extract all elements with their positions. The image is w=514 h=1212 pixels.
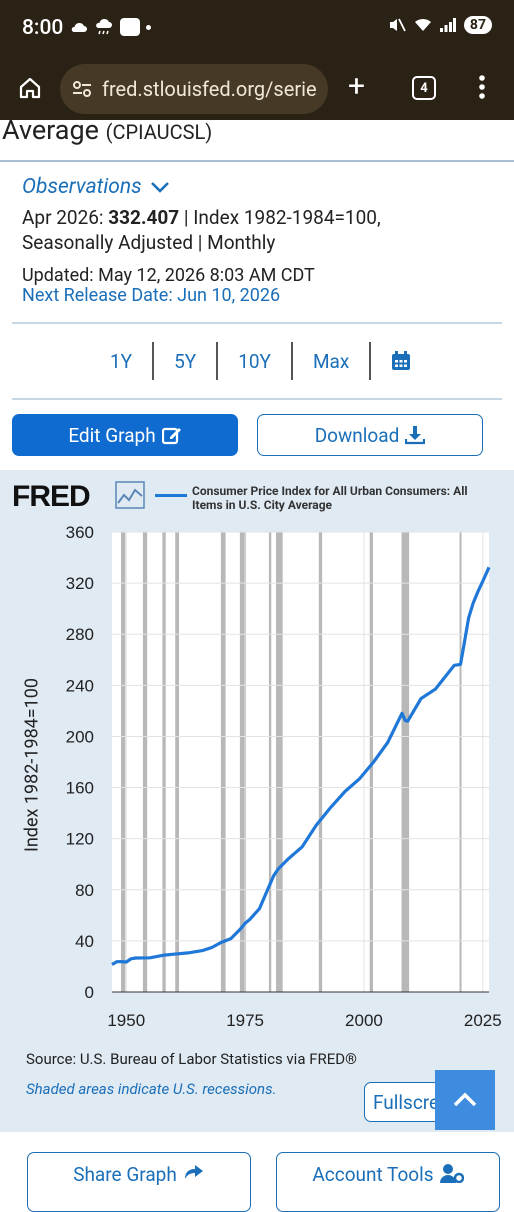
news-icon (120, 18, 140, 36)
status-bar: 8:00 87 (0, 0, 514, 58)
tab-switcher-icon[interactable]: 4 (412, 76, 436, 100)
source-note: Source: U.S. Bureau of Labor Statistics … (26, 1050, 357, 1068)
rain-cloud-icon (96, 18, 112, 35)
address-bar[interactable]: fred.stlouisfed.org/serie (60, 64, 328, 114)
calendar-icon[interactable] (391, 351, 411, 371)
recession-band (276, 532, 283, 992)
observation-date: Apr 2026: (22, 206, 104, 229)
y-tick-label: 240 (66, 676, 94, 695)
recession-band (220, 532, 226, 992)
y-tick-label: 280 (66, 625, 94, 644)
battery-indicator: 87 (463, 16, 492, 34)
updated-timestamp: Updated: May 12, 2026 8:03 AM CDT (22, 265, 315, 286)
browser-toolbar: fred.stlouisfed.org/serie + 4 (0, 58, 514, 120)
recession-note: Shaded areas indicate U.S. recessions. (26, 1080, 277, 1098)
share-icon[interactable] (183, 1163, 205, 1183)
recession-band (175, 532, 180, 992)
series-id: (CPIAUCSL) (105, 120, 213, 144)
recession-band (268, 532, 272, 992)
recession-band (318, 532, 323, 992)
recession-band (401, 532, 410, 992)
edit-icon[interactable] (161, 425, 182, 445)
range-1y-button[interactable]: 1Y (90, 342, 155, 380)
observations-label[interactable]: Observations (22, 175, 142, 199)
system-icons: 87 (388, 16, 492, 34)
x-tick-label: 2025 (464, 1011, 502, 1030)
y-tick-label: 40 (75, 932, 94, 951)
y-tick-label: 320 (66, 574, 94, 593)
account-tools-label[interactable]: Account Tools (312, 1163, 433, 1186)
share-graph-label[interactable]: Share Graph (73, 1163, 177, 1186)
calendar-button[interactable] (371, 342, 431, 380)
y-tick-label: 80 (75, 881, 94, 900)
scroll-to-top-button[interactable] (435, 1070, 495, 1130)
y-axis-title: Index 1982-1984=100 (21, 677, 43, 853)
recession-band (459, 532, 462, 992)
x-tick-label: 1950 (107, 1011, 145, 1030)
range-max-button[interactable]: Max (293, 342, 372, 380)
graph-panel: FRED Consumer Price Index for All Urban … (0, 470, 514, 1132)
x-tick-label: 1975 (226, 1011, 264, 1030)
wifi-icon (414, 18, 431, 31)
range-5y-button[interactable]: 5Y (154, 342, 219, 380)
share-graph-button[interactable]: Share Graph (27, 1152, 251, 1212)
download-icon[interactable] (405, 425, 426, 445)
recession-band (121, 532, 126, 992)
divider (12, 322, 502, 324)
recession-band (142, 532, 148, 992)
observations-section: Observations Apr 2026: 332.407 | Index 1… (22, 175, 502, 306)
y-tick-label: 160 (66, 779, 94, 798)
y-tick-label: 200 (66, 727, 94, 746)
divider (12, 398, 502, 400)
url-text[interactable]: fred.stlouisfed.org/serie (102, 77, 317, 101)
dot-icon (146, 24, 151, 30)
home-icon[interactable] (18, 76, 42, 100)
cpi-line-chart: 0 40 80 120 160 200 240 280 320 360 1950 1975 2000 20… (66, 523, 502, 1030)
observation-value: 332.407 (108, 206, 180, 229)
y-tick-label: 120 (66, 830, 94, 849)
chevron-up-icon[interactable] (452, 1092, 478, 1108)
download-label[interactable]: Download (315, 424, 400, 447)
observation-adjustment: Seasonally Adjusted | Monthly (22, 231, 276, 254)
next-release-date: Next Release Date: Jun 10, 2026 (22, 285, 281, 306)
observation-units: | Index 1982-1984=100, (183, 206, 381, 229)
y-tick-label: 0 (85, 983, 94, 1002)
account-tools-button[interactable]: Account Tools (276, 1152, 500, 1212)
observations-toggle[interactable]: Observations (22, 175, 502, 199)
bottom-actions: Share Graph Account Tools (0, 1132, 514, 1212)
range-10y-button[interactable]: 10Y (218, 342, 293, 380)
signal-icon (439, 18, 456, 32)
site-settings-icon[interactable] (72, 80, 92, 98)
mute-icon (389, 18, 406, 32)
edit-graph-button[interactable]: Edit Graph (12, 414, 238, 456)
x-tick-label: 2000 (345, 1011, 383, 1030)
plot-background (112, 532, 489, 992)
series-title: Average (2, 120, 99, 146)
cloud-icon (71, 22, 87, 32)
status-time: 8:00 (22, 16, 64, 40)
user-gear-icon[interactable] (439, 1163, 464, 1183)
edit-graph-label[interactable]: Edit Graph (68, 424, 155, 447)
page-title: Average (CPIAUCSL) (2, 120, 212, 146)
series-title-strip: Average (CPIAUCSL) (0, 120, 514, 162)
y-tick-label: 360 (66, 523, 94, 542)
recession-band (162, 532, 166, 992)
notification-icons (70, 18, 151, 36)
more-menu-icon[interactable] (478, 74, 486, 100)
observation-value-line: Apr 2026: 332.407 | Index 1982-1984=100,… (22, 205, 502, 255)
new-tab-icon[interactable]: + (348, 72, 365, 102)
chevron-down-icon[interactable] (150, 180, 170, 194)
download-button[interactable]: Download (257, 414, 483, 456)
date-range-selector: 1Y 5Y 10Y Max (90, 342, 431, 380)
